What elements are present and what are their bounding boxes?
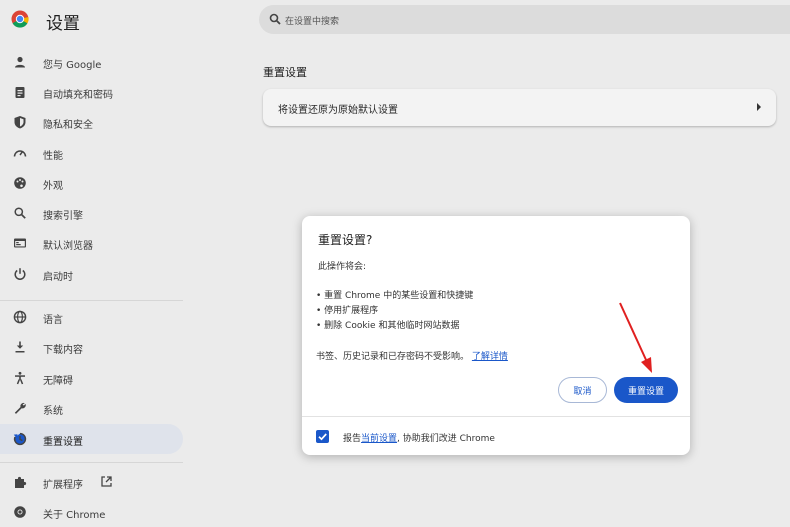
palette-icon xyxy=(13,176,27,190)
sidebar-divider xyxy=(0,462,183,463)
dialog-note: 书签、历史记录和已存密码不受影响。 了解详情 xyxy=(316,349,508,362)
search-icon xyxy=(269,13,281,25)
person-icon xyxy=(13,55,27,69)
checkmark-icon xyxy=(318,433,327,441)
sidebar-item-puzzle[interactable]: 扩展程序 xyxy=(0,467,183,497)
report-settings-checkbox[interactable] xyxy=(316,430,329,443)
sidebar-item-person[interactable]: 您与 Google xyxy=(0,47,183,77)
dialog-title: 重置设置? xyxy=(318,233,373,247)
clipboard-icon xyxy=(13,85,27,99)
search-bar[interactable]: 在设置中搜索 xyxy=(259,5,790,34)
learn-more-link[interactable]: 了解详情 xyxy=(472,352,508,362)
sidebar-item-label: 外观 xyxy=(43,181,63,192)
list-item: • 重置 Chrome 中的某些设置和快捷键 xyxy=(316,291,474,301)
dialog-note-text: 书签、历史记录和已存密码不受影响。 xyxy=(316,352,470,362)
sidebar-item-label: 语言 xyxy=(43,315,63,326)
accessibility-icon xyxy=(13,371,27,385)
chrome-logo-icon xyxy=(11,10,29,28)
sidebar-item-speedometer[interactable]: 性能 xyxy=(0,138,183,168)
sidebar-item-label: 系统 xyxy=(43,406,63,417)
dialog-subtitle: 此操作将会: xyxy=(318,262,367,272)
sidebar-item-reset-history[interactable]: 重置设置 xyxy=(0,424,183,454)
chrome-icon xyxy=(13,505,27,519)
reset-settings-button[interactable]: 重置设置 xyxy=(614,377,678,403)
sidebar-divider xyxy=(0,300,183,301)
sidebar-item-power[interactable]: 启动时 xyxy=(0,259,183,289)
report-settings-label: 报告当前设置, 协助我们改进 Chrome xyxy=(343,431,495,444)
dialog-bullet-list: • 重置 Chrome 中的某些设置和快捷键 • 停用扩展程序 • 删除 Coo… xyxy=(316,289,473,334)
sidebar-item-label: 您与 Google xyxy=(43,60,102,71)
sidebar-item-shield[interactable]: 隐私和安全 xyxy=(0,107,183,137)
browser-icon xyxy=(13,236,27,250)
reset-history-icon xyxy=(13,432,27,446)
report-prefix: 报告 xyxy=(343,434,362,444)
dialog-divider xyxy=(302,416,690,417)
list-item: • 停用扩展程序 xyxy=(316,306,379,316)
search-input[interactable]: 在设置中搜索 xyxy=(285,14,339,27)
sidebar-item-label: 默认浏览器 xyxy=(43,241,93,252)
download-icon xyxy=(13,340,27,354)
speedometer-icon xyxy=(13,146,27,160)
sidebar-item-clipboard[interactable]: 自动填充和密码 xyxy=(0,77,183,107)
sidebar-item-accessibility[interactable]: 无障碍 xyxy=(0,363,183,393)
power-icon xyxy=(13,267,27,281)
reset-settings-dialog: 重置设置? 此操作将会: • 重置 Chrome 中的某些设置和快捷键 • 停用… xyxy=(302,216,690,455)
sidebar-item-label: 重置设置 xyxy=(43,437,83,448)
arrow-right-icon xyxy=(757,103,761,111)
section-title: 重置设置 xyxy=(263,66,307,79)
globe-icon xyxy=(13,310,27,324)
page-title: 设置 xyxy=(46,14,80,34)
list-item: • 删除 Cookie 和其他临时网站数据 xyxy=(316,321,460,331)
sidebar-item-palette[interactable]: 外观 xyxy=(0,168,183,198)
current-settings-link[interactable]: 当前设置 xyxy=(361,434,397,444)
sidebar-item-label: 自动填充和密码 xyxy=(43,90,113,101)
sidebar-item-download[interactable]: 下载内容 xyxy=(0,332,183,362)
cancel-button[interactable]: 取消 xyxy=(558,377,607,403)
sidebar-item-browser[interactable]: 默认浏览器 xyxy=(0,228,183,258)
sidebar-item-label: 性能 xyxy=(43,151,63,162)
sidebar-item-search[interactable]: 搜索引擎 xyxy=(0,198,183,228)
sidebar-item-label: 搜索引擎 xyxy=(43,211,83,222)
search-icon xyxy=(13,206,27,220)
sidebar-item-label: 隐私和安全 xyxy=(43,120,93,131)
report-suffix: , 协助我们改进 Chrome xyxy=(397,434,495,444)
sidebar-item-label: 扩展程序 xyxy=(43,480,83,491)
restore-defaults-row[interactable]: 将设置还原为原始默认设置 xyxy=(263,89,776,126)
wrench-icon xyxy=(13,401,27,415)
sidebar-item-label: 无障碍 xyxy=(43,376,73,387)
shield-icon xyxy=(13,115,27,129)
external-link-icon xyxy=(100,475,113,488)
restore-defaults-label: 将设置还原为原始默认设置 xyxy=(278,105,398,116)
sidebar-item-wrench[interactable]: 系统 xyxy=(0,393,183,423)
sidebar-item-globe[interactable]: 语言 xyxy=(0,302,183,332)
puzzle-icon xyxy=(13,475,27,489)
sidebar-item-label: 下载内容 xyxy=(43,345,83,356)
sidebar-item-chrome[interactable]: 关于 Chrome xyxy=(0,497,183,527)
sidebar-item-label: 关于 Chrome xyxy=(43,510,106,521)
sidebar-item-label: 启动时 xyxy=(43,272,73,283)
